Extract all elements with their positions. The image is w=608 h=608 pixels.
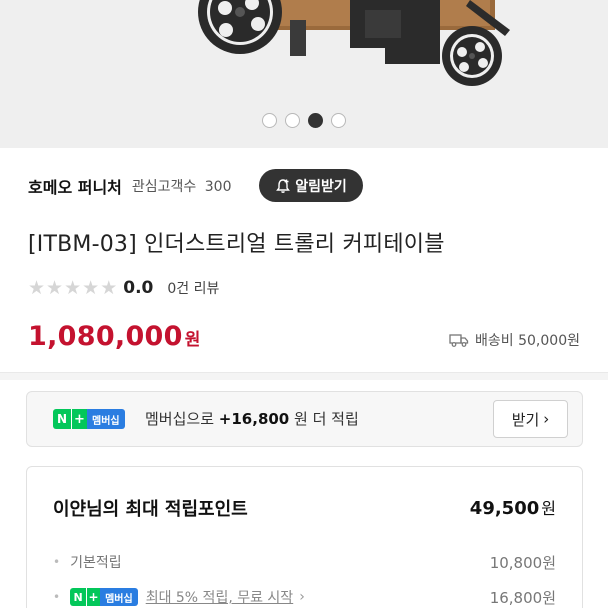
points-total: 49,500 원: [470, 495, 556, 519]
fans-label: 관심고객수: [131, 179, 197, 195]
shipping-fee: 배송비 50,000원: [475, 333, 580, 349]
points-card: 이얀님의 최대 적립포인트 49,500 원 • 기본적립 10,800원 • N…: [26, 466, 583, 608]
section-divider: [0, 372, 608, 380]
rating-score: 0.0: [123, 278, 154, 298]
star-icon: ★: [46, 276, 64, 299]
price-unit: 원: [184, 330, 201, 350]
store-fans: 관심고객수 300: [132, 176, 232, 196]
bullet-icon: •: [53, 590, 61, 604]
product-image[interactable]: [0, 0, 608, 148]
points-total-value: 49,500: [469, 498, 540, 519]
rating-stars: ★ ★ ★ ★ ★: [28, 276, 118, 299]
store-info: 호메오 퍼니처 관심고객수 300: [28, 170, 231, 202]
points-title: 이얀님의 최대 적립포인트: [53, 499, 248, 520]
right-wheel-shape: [442, 26, 502, 86]
membership-start-link[interactable]: 최대 5% 적립, 무료 시작: [146, 587, 294, 607]
truck-icon: [449, 334, 469, 347]
pagination-dot[interactable]: [262, 113, 277, 128]
membership-text-prefix: 멤버십으로: [145, 410, 215, 428]
price: 1,080,000 원: [28, 321, 200, 352]
naver-plus-badge: N + 멤버십: [53, 409, 125, 429]
receive-button[interactable]: 받기 ›: [493, 400, 568, 438]
alarm-button[interactable]: 알림받기: [259, 169, 363, 202]
naver-plus-badge: N + 멤버십: [70, 588, 138, 606]
bell-plus-icon: [276, 178, 291, 193]
points-row-membership[interactable]: • N + 멤버십 최대 5% 적립, 무료 시작 › 16,800원: [53, 586, 556, 608]
badge-membership: 멤버십: [100, 588, 138, 606]
gallery-pagination[interactable]: [0, 113, 608, 128]
rating-row[interactable]: ★ ★ ★ ★ ★ 0.0 0건 리뷰: [28, 276, 219, 300]
star-icon: ★: [100, 276, 118, 299]
shipping-info: 배송비 50,000원: [449, 330, 580, 350]
store-name[interactable]: 호메오 퍼니처: [28, 174, 122, 198]
membership-text: 멤버십으로 +16,800 원 더 적립: [145, 408, 359, 429]
points-row-value: 10,800원: [489, 553, 556, 572]
membership-text-suffix: 원 더 적립: [294, 410, 359, 428]
points-row-basic: • 기본적립 10,800원: [53, 551, 556, 573]
pagination-dot-active[interactable]: [308, 113, 323, 128]
membership-points: +16,800: [218, 410, 290, 428]
product-title: [ITBM-03] 인더스트리얼 트롤리 커피테이블: [28, 232, 445, 257]
badge-membership: 멤버십: [87, 409, 125, 429]
chevron-right-icon: ›: [543, 410, 550, 428]
price-value: 1,080,000: [28, 321, 183, 352]
points-row-value: 16,800원: [489, 588, 556, 607]
badge-n: N: [53, 409, 71, 429]
receive-button-label: 받기: [511, 410, 540, 429]
points-row-label: 기본적립: [70, 555, 122, 571]
badge-plus: +: [71, 409, 87, 429]
bullet-icon: •: [53, 555, 61, 569]
left-wheel-shape: [198, 0, 282, 54]
alarm-button-label: 알림받기: [295, 178, 347, 195]
pagination-dot[interactable]: [285, 113, 300, 128]
star-icon: ★: [28, 276, 46, 299]
badge-n: N: [70, 588, 87, 606]
membership-banner[interactable]: N + 멤버십 멤버십으로 +16,800 원 더 적립 받기 ›: [26, 391, 583, 447]
badge-plus: +: [86, 588, 101, 606]
fans-count: 300: [204, 179, 232, 195]
review-count[interactable]: 0건 리뷰: [167, 278, 219, 298]
pagination-dot[interactable]: [331, 113, 346, 128]
points-total-unit: 원: [541, 499, 556, 518]
chevron-right-icon: ›: [299, 589, 305, 605]
star-icon: ★: [82, 276, 100, 299]
star-icon: ★: [64, 276, 82, 299]
